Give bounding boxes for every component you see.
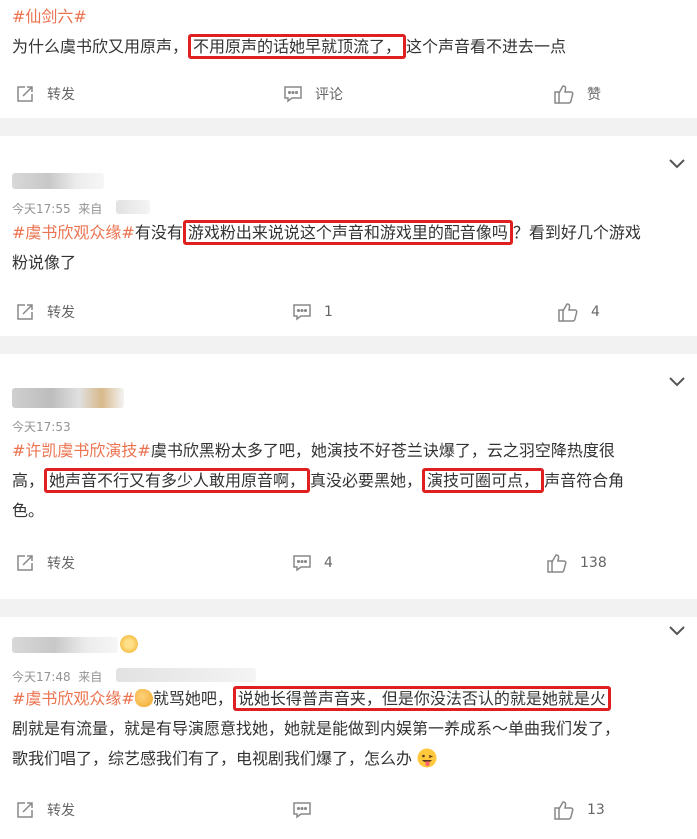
hashtag-link[interactable]: #许凯虞书欣演技# <box>12 441 151 460</box>
repost-button[interactable]: 转发 <box>15 79 75 109</box>
comment-feed: #仙剑六# 为什么虞书欣又用原声， 不用原声的话她早就顶流了， 这个声音看不进去一点… <box>0 0 697 839</box>
repost-label: 转发 <box>47 556 75 572</box>
post-meta: 今天17:53 <box>12 418 71 435</box>
post-text-part: 剧就是有流量，就是有导演愿意找她，她就是能做到内娱第一养成系～单曲我们发了， <box>12 719 621 738</box>
highlighted-phrase: 游戏粉出来说说这个声音和游戏里的配音像吗 <box>182 220 513 245</box>
share-icon <box>17 555 33 571</box>
avatar-username-blurred <box>12 388 124 408</box>
post-time: 今天17:53 <box>12 420 71 434</box>
like-button[interactable]: 138 <box>546 548 607 578</box>
separator <box>0 118 697 136</box>
grinning-tongue-emoji <box>417 748 437 768</box>
separator <box>0 599 697 617</box>
post-item: 今天17:55 来自 #虞书欣观众缘#有没有 游戏粉出来说说这个声音和游戏里的配音… <box>0 136 697 336</box>
like-count: 4 <box>591 304 600 320</box>
comment-label: 评论 <box>315 87 343 103</box>
repost-label: 转发 <box>47 803 75 819</box>
post-text-part: 就骂她吧， <box>152 689 233 708</box>
chevron-down-icon[interactable] <box>667 156 687 170</box>
post-text-part: 真没必要黑她， <box>310 471 423 490</box>
highlighted-phrase: 说她长得普声音夹，但是你没法否认的就是她就是火 <box>232 686 611 711</box>
action-bar: 转发 1 4 <box>0 297 697 327</box>
post-text-part: 歌我们唱了，综艺感我们有了，电视剧我们爆了，怎么办 <box>12 749 413 768</box>
highlighted-phrase: 她声音不行又有多少人敢用原音啊， <box>44 468 311 493</box>
avatar-username-blurred <box>12 637 118 653</box>
post-text-part: 高， <box>12 471 45 490</box>
source-blurred <box>116 200 150 214</box>
comment-icon <box>293 555 311 572</box>
like-button[interactable]: 13 <box>553 795 605 825</box>
like-label: 赞 <box>587 87 601 103</box>
post-text-part: 粉说像了 <box>12 253 77 272</box>
post-time: 今天17:48 <box>12 670 71 684</box>
action-bar: 转发 13 <box>0 795 697 825</box>
thumbs-up-icon <box>554 85 574 104</box>
like-count: 138 <box>580 555 607 571</box>
hashtag-link[interactable]: #仙剑六# <box>12 7 87 26</box>
highlighted-phrase: 演技可圈可点， <box>422 468 545 493</box>
comment-icon <box>293 304 311 321</box>
separator <box>0 336 697 354</box>
repost-label: 转发 <box>47 87 75 103</box>
repost-button[interactable]: 转发 <box>15 297 75 327</box>
comment-icon <box>284 86 302 103</box>
hashtag-link[interactable]: #虞书欣观众缘# <box>12 223 135 242</box>
hashtag-link[interactable]: #虞书欣观众缘# <box>12 689 135 708</box>
post-source: 来自 <box>78 202 103 216</box>
post-meta: 今天17:48 来自 <box>12 668 102 685</box>
like-count: 13 <box>587 802 605 818</box>
chevron-down-icon[interactable] <box>667 623 687 637</box>
post-text-part: ？看到好几个游戏 <box>512 223 641 242</box>
post-item: 今天17:53 #许凯虞书欣演技#虞书欣黑粉太多了吧，她演技不好苍兰诀爆了，云之… <box>0 354 697 599</box>
share-icon <box>17 304 33 320</box>
thumbs-up-icon <box>547 554 567 573</box>
comment-button[interactable] <box>292 795 324 825</box>
post-text-part: 这个声音看不进去一点 <box>406 37 567 56</box>
post-text-part: 有没有 <box>134 223 183 242</box>
post-text-part: 虞书欣黑粉太多了吧，她演技不好苍兰诀爆了，云之羽空降热度很 <box>150 441 615 460</box>
highlighted-phrase: 不用原声的话她早就顶流了， <box>188 34 407 59</box>
post-text: #仙剑六# 为什么虞书欣又用原声， 不用原声的话她早就顶流了， 这个声音看不进去一点 <box>12 2 685 62</box>
avatar-username-blurred <box>12 173 104 189</box>
chevron-down-icon[interactable] <box>667 374 687 388</box>
action-bar: 转发 4 138 <box>0 548 697 578</box>
clapping-hand-emoji <box>134 689 153 707</box>
thumbs-up-icon <box>554 801 574 820</box>
post-text-part: 为什么虞书欣又用原声， <box>12 37 189 56</box>
action-bar: 转发 评论 赞 <box>0 79 697 109</box>
comment-button[interactable]: 1 <box>292 297 333 327</box>
comment-button[interactable]: 4 <box>292 548 333 578</box>
share-icon <box>17 802 33 818</box>
comment-button[interactable]: 评论 <box>283 79 343 109</box>
like-button[interactable]: 赞 <box>553 79 601 109</box>
post-text: #许凯虞书欣演技#虞书欣黑粉太多了吧，她演技不好苍兰诀爆了，云之羽空降热度很 高… <box>12 436 685 526</box>
repost-label: 转发 <box>47 305 75 321</box>
share-icon <box>17 86 33 102</box>
comment-count: 4 <box>324 555 333 571</box>
post-meta: 今天17:55 来自 <box>12 200 102 217</box>
thumbs-up-icon <box>558 303 578 322</box>
comment-icon <box>293 802 311 819</box>
sparkle-emoji <box>120 635 138 653</box>
like-button[interactable]: 4 <box>557 297 600 327</box>
repost-button[interactable]: 转发 <box>15 548 75 578</box>
post-text: #虞书欣观众缘#有没有 游戏粉出来说说这个声音和游戏里的配音像吗 ？看到好几个游戏 … <box>12 218 685 278</box>
post-source: 来自 <box>78 670 103 684</box>
repost-button[interactable]: 转发 <box>15 795 75 825</box>
source-blurred <box>116 668 256 682</box>
post-text-part: 声音符合角 <box>544 471 625 490</box>
post-text-part: 色。 <box>12 501 45 520</box>
post-item: #仙剑六# 为什么虞书欣又用原声， 不用原声的话她早就顶流了， 这个声音看不进去一点… <box>0 0 697 118</box>
comment-count: 1 <box>324 304 333 320</box>
post-item: 今天17:48 来自 #虞书欣观众缘# 就骂她吧， 说她长得普声音夹，但是你没法否认… <box>0 617 697 839</box>
post-time: 今天17:55 <box>12 202 71 216</box>
post-text: #虞书欣观众缘# 就骂她吧， 说她长得普声音夹，但是你没法否认的就是她就是火 剧就是… <box>12 684 685 774</box>
